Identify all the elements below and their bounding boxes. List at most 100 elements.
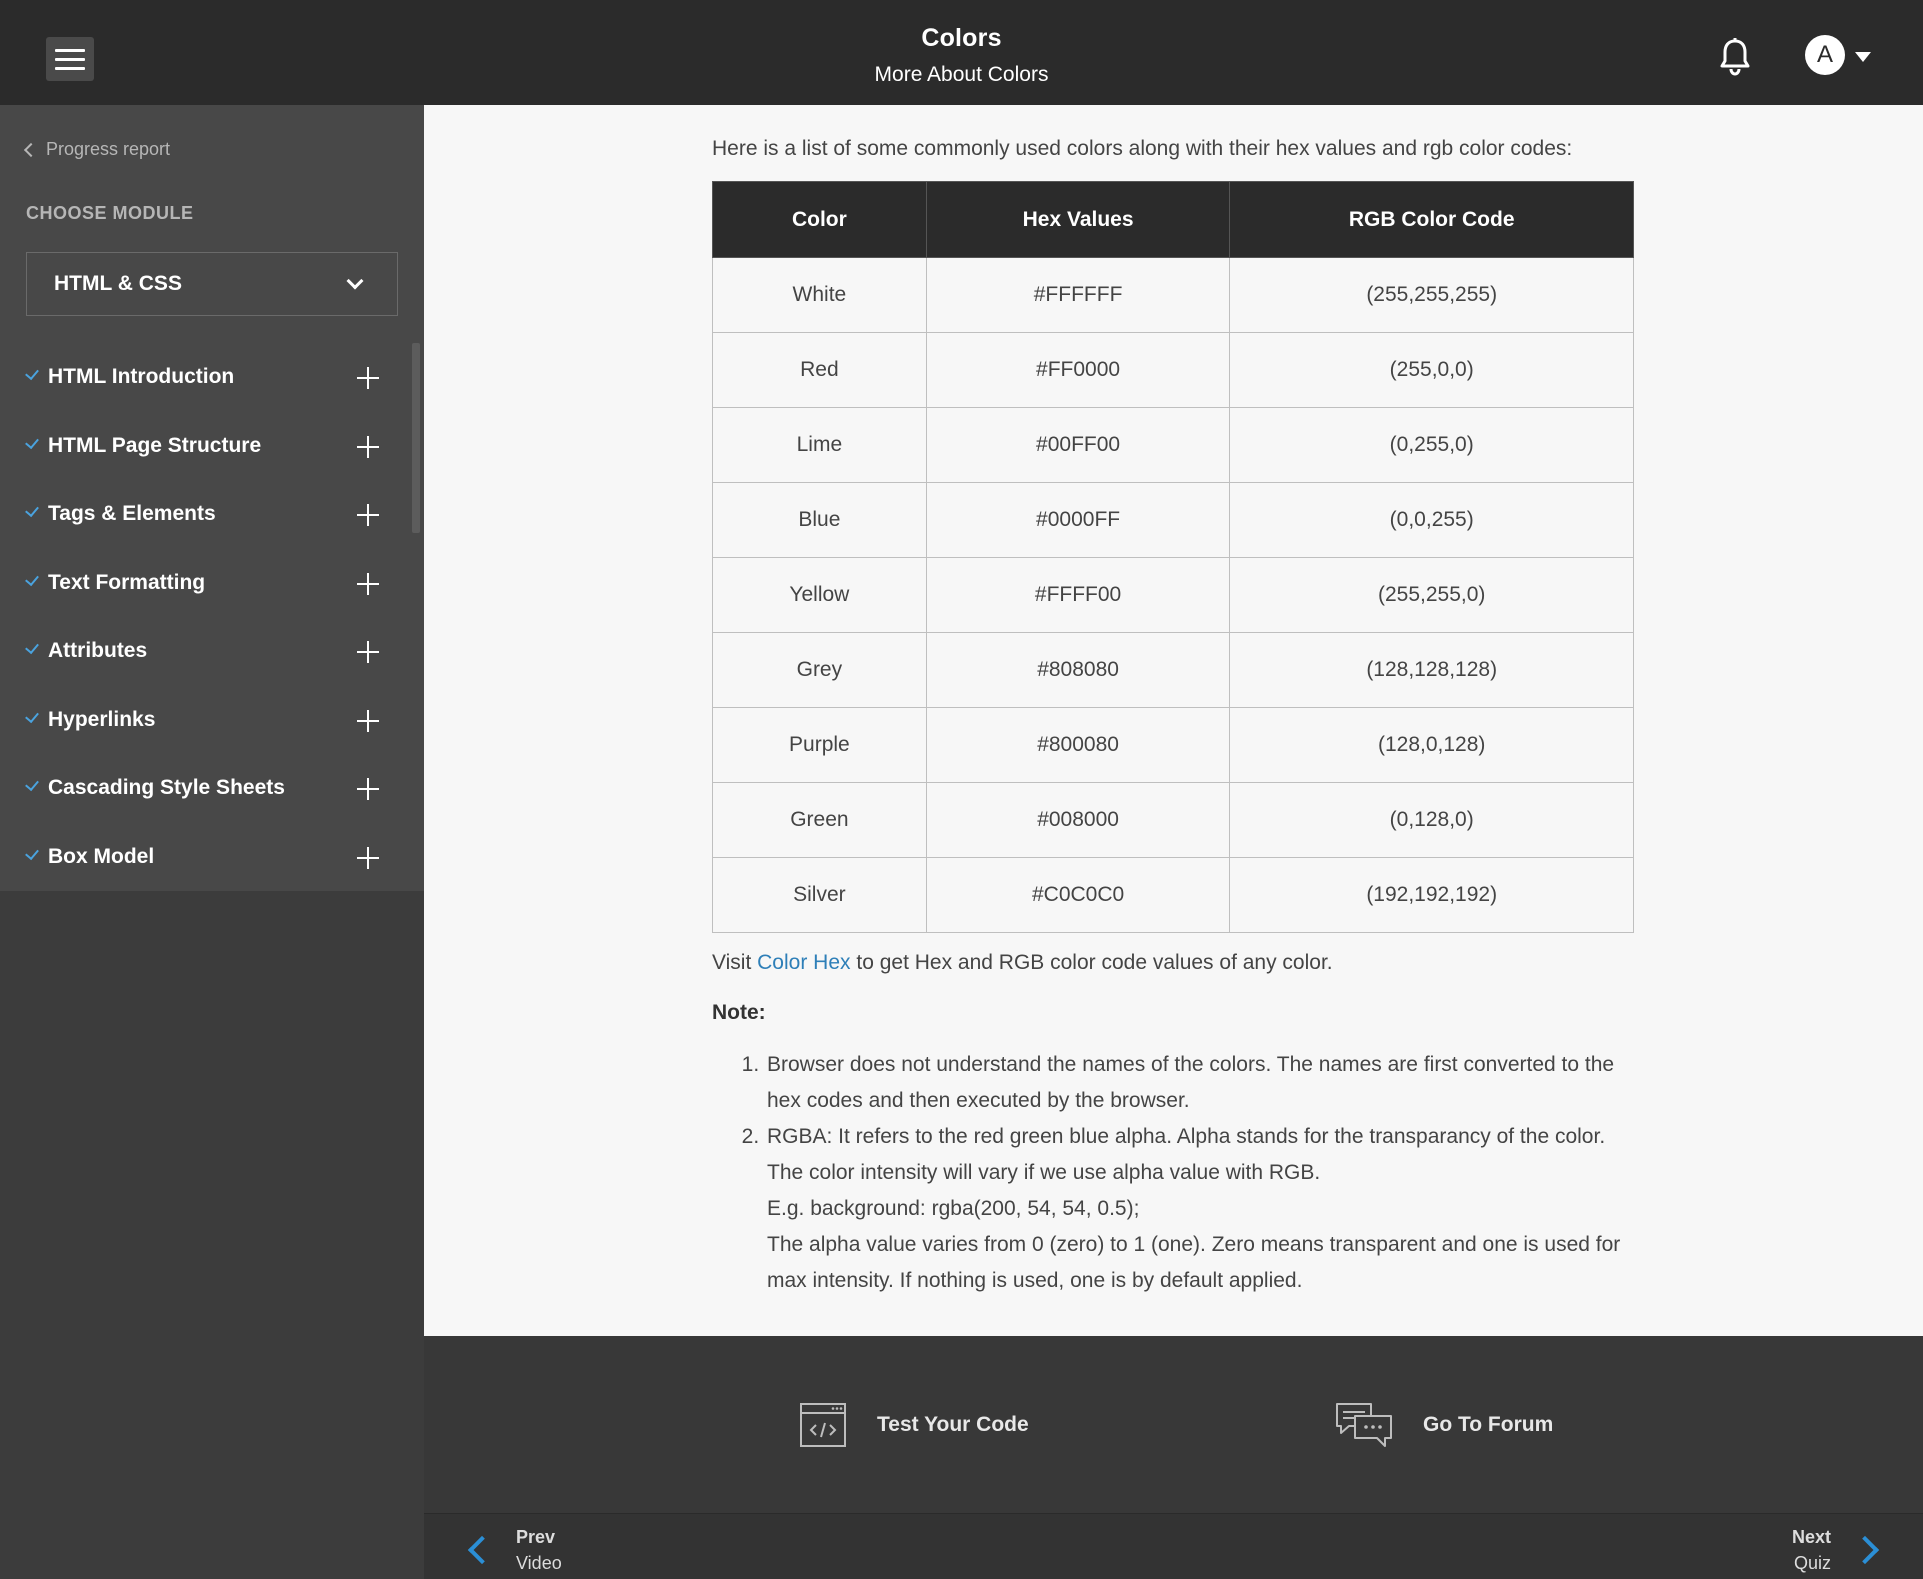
chevron-down-icon (346, 272, 364, 290)
action-bar: Test Your Code Go To Forum (424, 1336, 1923, 1513)
go-to-forum-label: Go To Forum (1423, 1413, 1554, 1436)
note-1-text: Browser does not understand the names of… (767, 1053, 1615, 1112)
table-row: Yellow #FFFF00 (255,255,0) (712, 557, 1634, 633)
plus-icon[interactable] (357, 367, 379, 389)
list-item: RGBA: It refers to the red green blue al… (765, 1119, 1634, 1299)
table-row: Grey #808080 (128,128,128) (712, 632, 1634, 708)
plus-icon[interactable] (357, 435, 379, 458)
bell-icon[interactable] (1718, 38, 1752, 76)
sidebar-item-tags-elements[interactable]: Tags & Elements (0, 480, 410, 549)
sidebar-item-label: HTML Page Structure (48, 433, 262, 457)
go-to-forum-button[interactable]: Go To Forum (1335, 1402, 1553, 1448)
cell-rgb: (128,128,128) (1229, 632, 1634, 708)
cell-hex: #FF0000 (925, 332, 1231, 408)
plus-icon[interactable] (357, 504, 379, 526)
next-target: Quiz (1793, 1553, 1831, 1573)
cell-hex: #808080 (925, 632, 1231, 708)
plus-icon[interactable] (357, 846, 379, 869)
color-table: Color Hex Values RGB Color Code White #F… (712, 181, 1634, 933)
check-icon (25, 434, 39, 449)
cell-hex: #0000FF (925, 482, 1231, 558)
next-label: Next (1791, 1527, 1831, 1547)
column-header-color: Color (712, 181, 927, 258)
test-your-code-label: Test Your Code (877, 1413, 1029, 1436)
progress-report-label: Progress report (46, 139, 171, 159)
sidebar: Progress report CHOOSE MODULE HTML & CSS… (0, 105, 424, 891)
module-select[interactable]: HTML & CSS (26, 252, 398, 316)
prev-text: Prev Video (516, 1524, 562, 1576)
cell-hex: #FFFFFF (925, 257, 1231, 333)
page-title: Colors (921, 24, 1002, 52)
check-icon (25, 708, 39, 723)
cell-color: Green (712, 782, 927, 858)
next-button[interactable]: Next Quiz (1792, 1524, 1883, 1576)
caret-down-icon[interactable] (1855, 52, 1871, 62)
cell-rgb: (0,255,0) (1229, 407, 1634, 483)
plus-icon[interactable] (357, 709, 379, 732)
sidebar-item-label: Tags & Elements (48, 502, 216, 526)
column-header-rgb: RGB Color Code (1229, 181, 1634, 258)
check-icon (25, 845, 39, 860)
lesson-body: Here is a list of some commonly used col… (712, 105, 1634, 1299)
visit-prefix: Visit (712, 951, 752, 974)
plus-icon[interactable] (357, 641, 379, 663)
chevron-right-icon (1850, 1535, 1880, 1565)
cell-rgb: (255,255,0) (1229, 557, 1634, 633)
sidebar-item-hyperlinks[interactable]: Hyperlinks (0, 686, 410, 755)
progress-report-link[interactable]: Progress report (23, 139, 171, 160)
cell-hex: #FFFF00 (925, 557, 1231, 633)
cell-color: Lime (712, 407, 927, 483)
sidebar-background (0, 891, 424, 1579)
cell-color: Yellow (712, 557, 927, 633)
bottom-navigation: Prev Video Next Quiz (424, 1513, 1923, 1579)
test-your-code-button[interactable]: Test Your Code (799, 1402, 1029, 1448)
check-icon (25, 365, 39, 381)
cell-rgb: (0,0,255) (1229, 482, 1634, 558)
table-row: White #FFFFFF (255,255,255) (712, 257, 1634, 333)
table-row: Green #008000 (0,128,0) (712, 782, 1634, 858)
sidebar-item-label: HTML Introduction (48, 365, 235, 389)
sidebar-item-label: Attributes (48, 639, 148, 663)
table-row: Purple #800080 (128,0,128) (712, 707, 1634, 783)
note-2-example: E.g. background: rgba(200, 54, 54, 0.5); (767, 1197, 1140, 1220)
check-icon (25, 571, 39, 586)
visit-suffix: to get Hex and RGB color code values of … (856, 951, 1333, 974)
prev-label: Prev (516, 1527, 556, 1547)
sidebar-item-attributes[interactable]: Attributes (0, 617, 410, 686)
table-row: Silver #C0C0C0 (192,192,192) (712, 857, 1634, 933)
code-window-icon (800, 1403, 846, 1447)
sidebar-item-cascading-style-sheets[interactable]: Cascading Style Sheets (0, 754, 410, 823)
sidebar-item-html-page-structure[interactable]: HTML Page Structure (0, 412, 410, 481)
cell-hex: #C0C0C0 (925, 857, 1231, 933)
cell-color: White (712, 257, 927, 333)
avatar[interactable]: A (1805, 35, 1845, 75)
plus-icon[interactable] (357, 572, 379, 595)
note-2-alpha: The alpha value varies from 0 (zero) to … (767, 1233, 1621, 1292)
color-hex-link[interactable]: Color Hex (757, 951, 850, 974)
next-text: Next Quiz (1792, 1524, 1831, 1576)
cell-rgb: (0,128,0) (1229, 782, 1634, 858)
choose-module-label: CHOOSE MODULE (26, 203, 194, 223)
plus-icon[interactable] (357, 778, 379, 800)
sidebar-item-label: Text Formatting (48, 570, 206, 594)
sidebar-scrollbar[interactable] (412, 343, 420, 533)
sidebar-item-label: Cascading Style Sheets (48, 776, 285, 800)
cell-color: Grey (712, 632, 927, 708)
cell-rgb: (192,192,192) (1229, 857, 1634, 933)
cell-hex: #008000 (925, 782, 1231, 858)
table-row: Blue #0000FF (0,0,255) (712, 482, 1634, 558)
sidebar-item-box-model[interactable]: Box Model (0, 823, 410, 892)
sidebar-item-html-introduction[interactable]: HTML Introduction (0, 343, 410, 412)
table-row: Red #FF0000 (255,0,0) (712, 332, 1634, 408)
prev-button[interactable]: Prev Video (464, 1524, 562, 1576)
cell-color: Purple (712, 707, 927, 783)
prev-target: Video (516, 1553, 562, 1573)
chevron-left-icon (23, 142, 39, 158)
sidebar-item-text-formatting[interactable]: Text Formatting (0, 549, 410, 618)
cell-color: Red (712, 332, 927, 408)
sidebar-item-label: Hyperlinks (48, 707, 156, 731)
module-select-value: HTML & CSS (54, 272, 182, 295)
cell-hex: #00FF00 (925, 407, 1231, 483)
table-row: Lime #00FF00 (0,255,0) (712, 407, 1634, 483)
check-icon (25, 639, 39, 655)
